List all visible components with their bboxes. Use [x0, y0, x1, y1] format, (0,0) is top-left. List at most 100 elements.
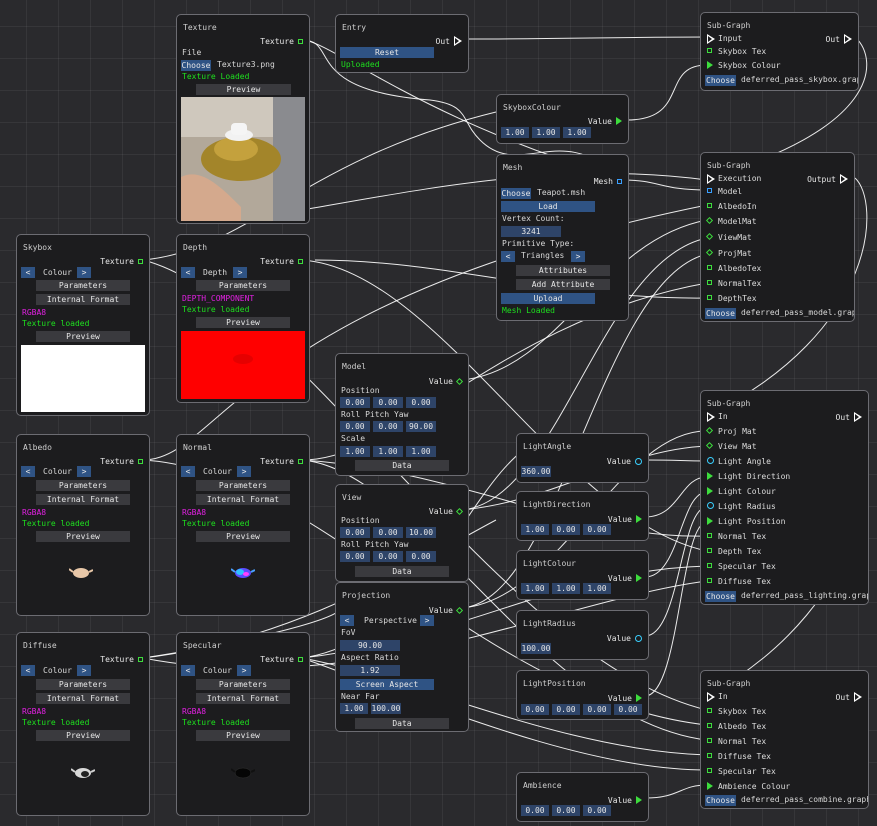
- light-colour-node[interactable]: LightColour Value 1.00 1.00 1.00: [516, 550, 649, 600]
- light-angle-node[interactable]: LightAngle Value 360.00: [516, 433, 649, 483]
- mesh-node[interactable]: Mesh Mesh Choose Teapot.msh Load Vertex …: [496, 154, 629, 321]
- choose-button[interactable]: Choose: [501, 188, 531, 199]
- view-transform-node[interactable]: View Value Position 0.00 0.00 10.00 Roll…: [335, 484, 469, 582]
- colour-b-field[interactable]: 1.00: [583, 583, 611, 594]
- vector-input-pin[interactable]: [707, 782, 713, 790]
- primitive-prev-button[interactable]: <: [501, 251, 515, 262]
- position-x-field[interactable]: 0.00: [340, 397, 370, 408]
- mode-prev-button[interactable]: <: [340, 615, 354, 626]
- reset-button[interactable]: Reset: [340, 47, 434, 58]
- texture-input-pin[interactable]: [707, 280, 712, 285]
- scale-x-field[interactable]: 1.00: [340, 446, 370, 457]
- parameters-button[interactable]: Parameters: [196, 679, 290, 690]
- execution-output-pin[interactable]: [840, 174, 848, 184]
- execution-output-pin[interactable]: [854, 412, 862, 422]
- colour-r-field[interactable]: 1.00: [521, 583, 549, 594]
- scalar-input-pin[interactable]: [707, 457, 714, 464]
- texture-input-pin[interactable]: [707, 265, 712, 270]
- ambience-b-field[interactable]: 0.00: [583, 805, 611, 816]
- direction-y-field[interactable]: 0.00: [552, 524, 580, 535]
- value-output-pin[interactable]: [616, 117, 622, 125]
- execution-output-pin[interactable]: [454, 36, 462, 46]
- texture-input-pin[interactable]: [707, 563, 712, 568]
- mode-next-button[interactable]: >: [77, 466, 91, 477]
- matrix-input-pin[interactable]: [705, 232, 714, 241]
- scalar-output-pin[interactable]: [635, 457, 642, 465]
- specular-texture-node[interactable]: Specular Texture < Colour > Parameters I…: [176, 632, 310, 816]
- vector-output-pin[interactable]: [636, 694, 642, 702]
- mode-prev-button[interactable]: <: [21, 466, 35, 477]
- direction-z-field[interactable]: 0.00: [583, 524, 611, 535]
- position-z-field[interactable]: 0.00: [583, 704, 611, 715]
- choose-button[interactable]: Choose: [705, 591, 736, 602]
- albedo-texture-node[interactable]: Albedo Texture < Colour > Parameters Int…: [16, 434, 150, 616]
- mode-prev-button[interactable]: <: [21, 665, 35, 676]
- matrix-input-pin[interactable]: [705, 441, 714, 450]
- primitive-next-button[interactable]: >: [571, 251, 585, 262]
- mesh-input-pin[interactable]: [707, 188, 712, 193]
- execution-input-pin[interactable]: [707, 174, 715, 184]
- choose-button[interactable]: Choose: [705, 795, 736, 806]
- data-button[interactable]: Data: [355, 566, 449, 577]
- vector-input-pin[interactable]: [707, 61, 713, 69]
- aspect-ratio-field[interactable]: 1.92: [340, 665, 400, 676]
- internal-format-button[interactable]: Internal Format: [36, 693, 130, 704]
- texture-input-pin[interactable]: [707, 723, 712, 728]
- preview-button[interactable]: Preview: [196, 531, 290, 542]
- mode-prev-button[interactable]: <: [21, 267, 35, 278]
- execution-output-pin[interactable]: [844, 34, 852, 44]
- position-z-field[interactable]: 10.00: [406, 527, 436, 538]
- position-y-field[interactable]: 0.00: [373, 527, 403, 538]
- mode-next-button[interactable]: >: [77, 665, 91, 676]
- direction-x-field[interactable]: 1.00: [521, 524, 549, 535]
- angle-field[interactable]: 360.00: [521, 466, 551, 477]
- choose-button[interactable]: Choose: [705, 75, 736, 86]
- matrix-input-pin[interactable]: [705, 248, 714, 257]
- light-position-node[interactable]: LightPosition Value 0.00 0.00 0.00 0.00: [516, 670, 649, 720]
- matrix-output-pin[interactable]: [455, 377, 464, 385]
- texture-node[interactable]: Texture Texture File Choose Texture3.png…: [176, 14, 310, 224]
- position-w-field[interactable]: 0.00: [614, 704, 642, 715]
- texture-input-pin[interactable]: [707, 753, 712, 758]
- far-field[interactable]: 100.00: [371, 703, 401, 714]
- scalar-input-pin[interactable]: [707, 502, 714, 509]
- texture-input-pin[interactable]: [707, 548, 712, 553]
- model-transform-node[interactable]: Model Value Position 0.00 0.00 0.00 Roll…: [335, 353, 469, 476]
- skybox-colour-node[interactable]: SkyboxColour Value 1.00 1.00 1.00: [496, 94, 629, 144]
- vector-input-pin[interactable]: [707, 517, 713, 525]
- internal-format-button[interactable]: Internal Format: [36, 294, 130, 305]
- ambience-r-field[interactable]: 0.00: [521, 805, 549, 816]
- scale-y-field[interactable]: 1.00: [373, 446, 403, 457]
- parameters-button[interactable]: Parameters: [196, 280, 290, 291]
- choose-button[interactable]: Choose: [705, 308, 736, 319]
- vector-input-pin[interactable]: [707, 472, 713, 480]
- matrix-output-pin[interactable]: [455, 606, 464, 614]
- position-y-field[interactable]: 0.00: [373, 397, 403, 408]
- position-x-field[interactable]: 0.00: [521, 704, 549, 715]
- light-direction-node[interactable]: LightDirection Value 1.00 0.00 0.00: [516, 491, 649, 541]
- texture-output-pin[interactable]: [138, 656, 143, 662]
- matrix-input-pin[interactable]: [705, 426, 714, 435]
- preview-button[interactable]: Preview: [196, 84, 291, 95]
- preview-button[interactable]: Preview: [196, 317, 290, 328]
- choose-button[interactable]: Choose: [181, 60, 211, 71]
- texture-input-pin[interactable]: [707, 708, 712, 713]
- colour-g-field[interactable]: 1.00: [552, 583, 580, 594]
- execution-input-pin[interactable]: [707, 34, 715, 44]
- pitch-field[interactable]: 0.00: [373, 551, 403, 562]
- texture-input-pin[interactable]: [707, 295, 712, 300]
- texture-output-pin[interactable]: [298, 458, 303, 464]
- preview-button[interactable]: Preview: [36, 331, 130, 342]
- preview-button[interactable]: Preview: [196, 730, 290, 741]
- skybox-texture-node[interactable]: Skybox Texture < Colour > Parameters Int…: [16, 234, 150, 416]
- texture-input-pin[interactable]: [707, 578, 712, 583]
- fov-field[interactable]: 90.00: [340, 640, 400, 651]
- scalar-output-pin[interactable]: [635, 634, 642, 642]
- attributes-button[interactable]: Attributes: [516, 265, 610, 276]
- subgraph-combine-node[interactable]: Sub-Graph Out In Skybox Tex Albedo Tex N…: [700, 670, 869, 809]
- preview-button[interactable]: Preview: [36, 531, 130, 542]
- texture-output-pin[interactable]: [138, 258, 143, 264]
- texture-input-pin[interactable]: [707, 203, 712, 208]
- colour-b-field[interactable]: 1.00: [563, 127, 591, 138]
- near-field[interactable]: 1.00: [340, 703, 368, 714]
